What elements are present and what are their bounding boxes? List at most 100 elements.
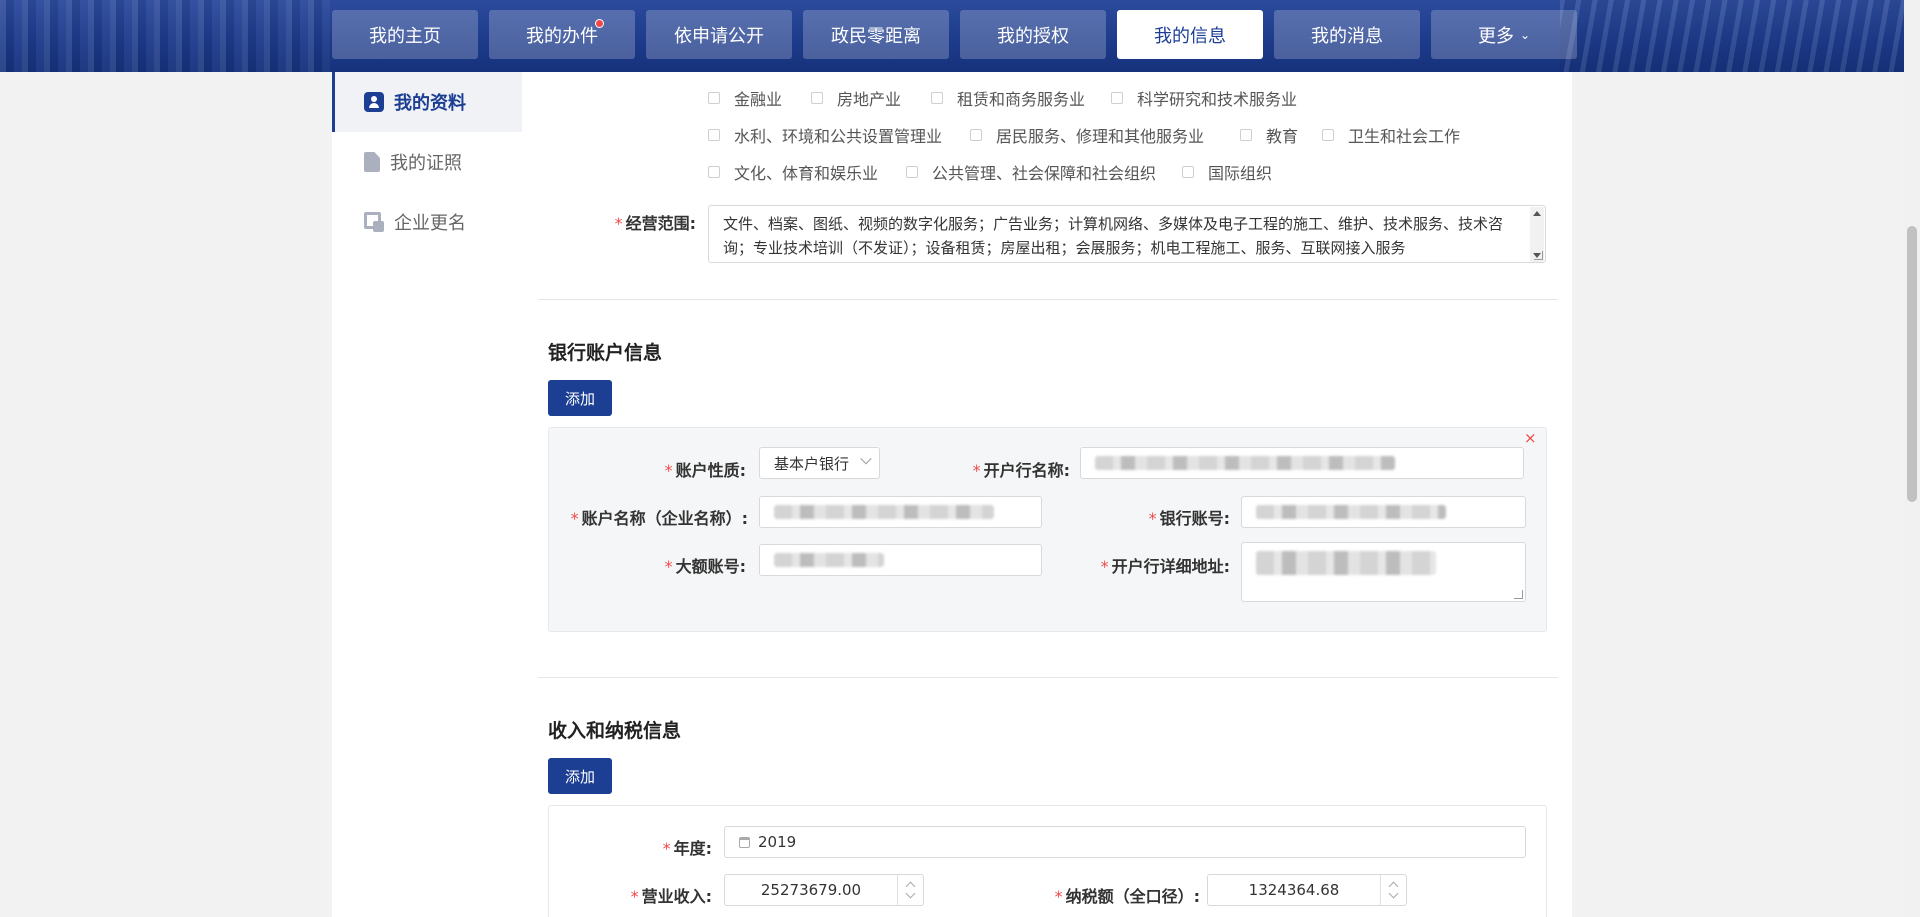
checkbox-icon[interactable] <box>1240 129 1252 141</box>
industry-checkbox[interactable]: 文化、体育和娱乐业 <box>708 160 906 184</box>
revenue-value: 25273679.00 <box>760 881 862 899</box>
checkbox-icon[interactable] <box>708 92 720 104</box>
tab-label: 我的办件 <box>526 25 598 47</box>
bank-name-label: * 开户行名称: <box>972 461 1070 480</box>
tab-home[interactable]: 我的主页 <box>332 10 478 59</box>
stepper-controls[interactable] <box>897 875 923 905</box>
redacted-value <box>774 505 994 519</box>
tax-amount-value: 1324364.68 <box>1248 881 1340 899</box>
label-text: 银行账号: <box>1159 509 1230 528</box>
sidebar: 我的资料 我的证照 企业更名 <box>332 72 522 917</box>
chevron-down-icon <box>860 453 872 465</box>
industry-checkbox[interactable]: 水利、环境和公共设置管理业 <box>708 123 970 147</box>
tab-label: 更多 <box>1477 25 1514 47</box>
large-account-label: * 大额账号: <box>664 557 746 576</box>
section-divider <box>538 299 1558 300</box>
section-divider <box>538 677 1558 678</box>
bank-address-label: * 开户行详细地址: <box>1100 557 1230 576</box>
checkbox-icon[interactable] <box>811 92 823 104</box>
checkbox-icon[interactable] <box>1111 92 1123 104</box>
tab-disclosure-request[interactable]: 依申请公开 <box>646 10 792 59</box>
add-bank-account-button[interactable]: 添加 <box>548 380 612 416</box>
industry-row: 文化、体育和娱乐业 公共管理、社会保障和社会组织 国际组织 <box>708 160 1272 184</box>
calendar-icon <box>739 836 750 848</box>
industry-checkbox[interactable]: 房地产业 <box>811 86 931 110</box>
bank-section-title: 银行账户信息 <box>548 342 663 364</box>
industry-checkbox[interactable]: 公共管理、社会保障和社会组织 <box>906 160 1182 184</box>
industry-checkbox[interactable]: 国际组织 <box>1182 160 1272 184</box>
industry-checkbox[interactable]: 教育 <box>1240 123 1322 147</box>
tab-label: 我的消息 <box>1311 25 1383 47</box>
business-scope-label: * 经营范围: <box>614 214 696 233</box>
tab-messages[interactable]: 我的消息 <box>1274 10 1420 59</box>
chevron-down-icon[interactable] <box>905 888 916 899</box>
checkbox-icon[interactable] <box>1182 166 1194 178</box>
tab-more[interactable]: 更多 ⌄ <box>1431 10 1577 59</box>
resize-handle-icon[interactable] <box>1514 590 1523 599</box>
industry-label: 文化、体育和娱乐业 <box>734 164 879 183</box>
account-type-select[interactable]: 基本户银行 <box>759 447 880 479</box>
account-name-label: * 账户名称（企业名称）: <box>570 509 748 528</box>
tab-label: 我的主页 <box>369 25 441 47</box>
label-text: 大额账号: <box>675 557 746 576</box>
industry-label: 水利、环境和公共设置管理业 <box>734 127 943 146</box>
checkbox-icon[interactable] <box>931 92 943 104</box>
checkbox-icon[interactable] <box>906 166 918 178</box>
business-scope-textarea[interactable]: 文件、档案、图纸、视频的数字化服务；广告业务；计算机网络、多媒体及电子工程的施工… <box>708 205 1546 263</box>
checkbox-icon[interactable] <box>970 129 982 141</box>
business-scope-text: 文件、档案、图纸、视频的数字化服务；广告业务；计算机网络、多媒体及电子工程的施工… <box>723 215 1504 257</box>
account-type-label: * 账户性质: <box>664 461 746 480</box>
scrollbar-thumb[interactable] <box>1907 226 1917 502</box>
label-text: 经营范围: <box>625 214 696 233</box>
main-nav: 我的主页 我的办件 依申请公开 政民零距离 我的授权 我的信息 我的消息 更多 ⌄ <box>332 10 1577 59</box>
industry-checkbox[interactable]: 居民服务、修理和其他服务业 <box>970 123 1240 147</box>
industry-checkbox[interactable]: 科学研究和技术服务业 <box>1111 86 1297 110</box>
sidebar-item-my-profile[interactable]: 我的资料 <box>332 72 522 132</box>
tab-label: 我的授权 <box>997 25 1069 47</box>
industry-checkbox[interactable]: 金融业 <box>708 86 811 110</box>
add-tax-record-button[interactable]: 添加 <box>548 758 612 794</box>
account-name-input[interactable] <box>759 496 1042 528</box>
year-label: * 年度: <box>662 839 712 858</box>
arrow-up-icon[interactable] <box>1533 211 1541 216</box>
label-text: 年度: <box>673 839 712 858</box>
industry-label: 国际组织 <box>1208 164 1273 183</box>
tab-my-info[interactable]: 我的信息 <box>1117 10 1263 59</box>
year-value: 2019 <box>758 833 797 851</box>
industry-label: 科学研究和技术服务业 <box>1137 90 1298 109</box>
year-picker[interactable]: 2019 <box>724 826 1526 858</box>
tab-label: 政民零距离 <box>831 25 921 47</box>
industry-label: 居民服务、修理和其他服务业 <box>996 127 1205 146</box>
resize-handle-icon[interactable] <box>1534 251 1543 260</box>
stepper-controls[interactable] <box>1380 875 1406 905</box>
tax-amount-stepper[interactable]: 1324364.68 <box>1207 874 1407 906</box>
tab-citizen-interaction[interactable]: 政民零距离 <box>803 10 949 59</box>
bank-name-input[interactable] <box>1080 447 1524 479</box>
account-number-label: * 银行账号: <box>1148 509 1230 528</box>
sidebar-item-my-licenses[interactable]: 我的证照 <box>332 132 522 192</box>
bank-address-textarea[interactable] <box>1241 542 1526 602</box>
tax-section-title: 收入和纳税信息 <box>548 720 682 742</box>
industry-label: 金融业 <box>734 90 783 109</box>
rename-icon <box>364 212 384 232</box>
tab-label: 依申请公开 <box>674 25 764 47</box>
industry-label: 卫生和社会工作 <box>1348 127 1461 146</box>
select-value: 基本户银行 <box>774 454 850 473</box>
tab-authorization[interactable]: 我的授权 <box>960 10 1106 59</box>
label-text: 账户性质: <box>675 461 746 480</box>
chevron-down-icon[interactable] <box>1388 888 1399 899</box>
sidebar-item-company-rename[interactable]: 企业更名 <box>332 192 522 252</box>
checkbox-icon[interactable] <box>708 129 720 141</box>
tab-label: 我的信息 <box>1154 25 1226 47</box>
checkbox-icon[interactable] <box>1322 129 1334 141</box>
industry-checkbox[interactable]: 卫生和社会工作 <box>1322 123 1460 147</box>
checkbox-icon[interactable] <box>708 166 720 178</box>
label-text: 纳税额（全口径）: <box>1065 887 1200 906</box>
account-number-input[interactable] <box>1241 496 1526 528</box>
large-account-input[interactable] <box>759 544 1042 576</box>
close-icon[interactable]: × <box>1524 429 1537 447</box>
industry-label: 房地产业 <box>837 90 902 109</box>
revenue-stepper[interactable]: 25273679.00 <box>724 874 924 906</box>
industry-checkbox[interactable]: 租赁和商务服务业 <box>931 86 1111 110</box>
tab-my-cases[interactable]: 我的办件 <box>489 10 635 59</box>
